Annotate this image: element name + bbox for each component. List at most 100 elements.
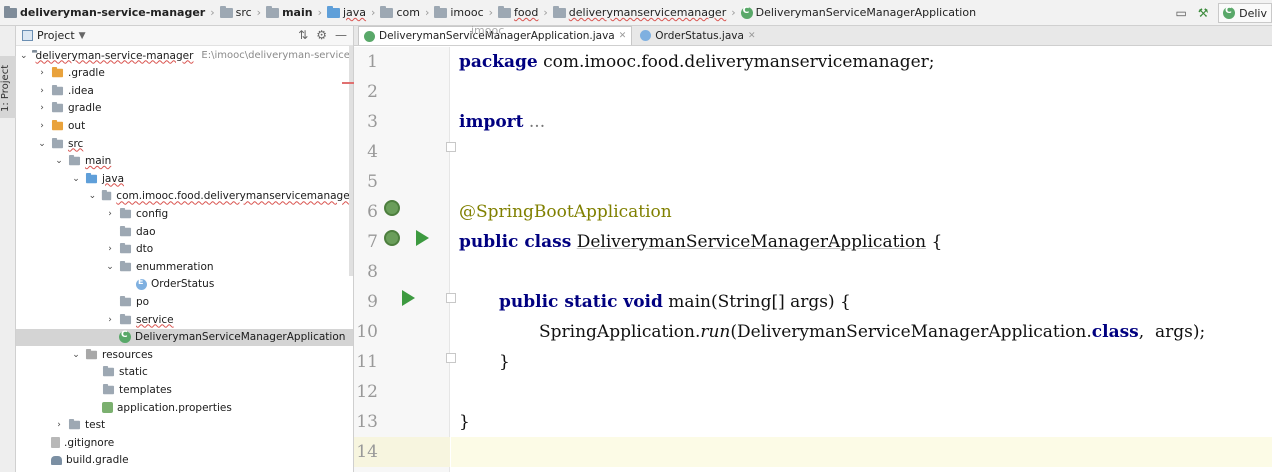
chevron-down-icon[interactable]: ⌄	[71, 350, 81, 360]
breadcrumb-label: com	[396, 6, 420, 19]
folder-icon	[102, 383, 115, 395]
chevron-down-icon[interactable]: ⌄	[71, 174, 81, 184]
chevron-down-icon[interactable]: ⌄	[88, 191, 97, 201]
breadcrumb-label: deliverymanservicemanager	[568, 6, 727, 19]
tree-item[interactable]: po	[16, 293, 353, 310]
breadcrumb-item[interactable]: DeliverymanServiceManagerApplication	[740, 6, 976, 19]
chevron-right-icon[interactable]: ›	[37, 121, 47, 131]
folder-icon	[119, 260, 132, 271]
tree-item[interactable]: ⌄ java	[16, 170, 353, 187]
collapse-all-icon[interactable]: ⇅	[298, 28, 308, 42]
tree-item-label: .idea	[68, 84, 94, 97]
chevron-right-icon[interactable]: ›	[37, 86, 47, 96]
tree-item[interactable]: OrderStatus	[16, 276, 353, 293]
chevron-down-icon[interactable]: ⌄	[54, 156, 64, 166]
tree-item[interactable]: .gitignore	[16, 434, 353, 451]
gear-icon[interactable]: ⚙	[316, 28, 327, 42]
tree-item[interactable]: › out	[16, 117, 353, 134]
breadcrumb-item[interactable]: com	[380, 5, 420, 19]
chevron-down-icon[interactable]: ⌄	[20, 51, 28, 61]
folder-icon	[102, 366, 115, 377]
breadcrumb-item[interactable]: main	[266, 5, 313, 19]
line-number: 13	[356, 412, 378, 432]
project-structure-icon[interactable]: ▭	[1170, 2, 1192, 24]
folder-icon	[119, 313, 132, 324]
breadcrumb-separator-icon: ›	[256, 6, 262, 19]
folder-icon	[219, 5, 233, 18]
folder-icon	[4, 5, 17, 18]
tree-item[interactable]: ⌄ enummeration	[16, 258, 353, 275]
spring-class-icon	[364, 30, 375, 42]
run-main-gutter-icon[interactable]	[402, 290, 415, 306]
chevron-right-icon[interactable]: ›	[37, 68, 47, 78]
tree-item-label: DeliverymanServiceManagerApplication	[135, 331, 346, 344]
tree-item[interactable]: dao	[16, 223, 353, 240]
tool-window-stripe: 1: Project	[0, 26, 16, 472]
breadcrumb-item[interactable]: imooc	[434, 5, 484, 19]
tree-item[interactable]: application.properties	[16, 399, 353, 416]
build-hammer-icon[interactable]: ⚒	[1192, 2, 1214, 24]
folder-icon	[51, 84, 64, 95]
run-gutter-icon[interactable]	[416, 230, 429, 246]
breadcrumb-item[interactable]: src	[219, 5, 252, 19]
tree-item[interactable]: ⌄ deliveryman-service-manager E:\imooc\del…	[16, 47, 354, 64]
project-view-selector[interactable]: Project	[37, 29, 75, 42]
spring-bean-icon[interactable]	[384, 230, 400, 246]
tree-item[interactable]: ⌄ src	[16, 135, 353, 152]
spring-class-icon	[740, 6, 753, 19]
run-configuration-selector[interactable]: Deliv	[1218, 3, 1272, 23]
close-icon[interactable]: ✕	[748, 31, 756, 41]
line-number: 2	[367, 82, 378, 102]
breadcrumb-item[interactable]: java	[326, 5, 367, 19]
chevron-right-icon[interactable]: ›	[105, 315, 115, 325]
chevron-down-icon[interactable]: ▼	[79, 31, 86, 41]
tree-item[interactable]: ⌄ resources	[16, 346, 353, 363]
folded-imports[interactable]: ...	[523, 112, 545, 132]
breadcrumb-item[interactable]: deliveryman-service-manager	[4, 5, 205, 19]
gradle-icon	[51, 455, 62, 465]
line-number: 4	[367, 142, 378, 162]
tree-item[interactable]: ⌄ com.imooc.food.deliverymanservicemanage…	[16, 188, 353, 205]
tree-item[interactable]: › gradle	[16, 100, 353, 117]
tree-item[interactable]: › dto	[16, 241, 353, 258]
breadcrumb-item[interactable]: deliverymanservicemanager	[552, 5, 727, 19]
tree-item-label: service	[136, 313, 174, 326]
keyword: public class	[459, 232, 572, 252]
tree-item[interactable]: ⌄ main	[16, 153, 353, 170]
breadcrumb-label: java	[342, 6, 367, 19]
tree-item[interactable]: › config	[16, 205, 353, 222]
line-number: 11	[356, 352, 378, 372]
chevron-right-icon[interactable]: ›	[37, 103, 47, 113]
tree-item[interactable]: › .idea	[16, 82, 353, 99]
tab-order-status[interactable]: OrderStatus.java ✕	[634, 26, 761, 45]
editor-gutter: 1 2 3 4 5 6 7 8 9 10 11 12 13 14	[354, 47, 456, 472]
hide-panel-icon[interactable]: —	[335, 28, 347, 42]
module-path: E:\imooc\deliveryman-service-m	[201, 50, 354, 61]
source-folder-icon	[85, 172, 98, 183]
bean-navigate-icon[interactable]	[384, 200, 400, 216]
tree-item[interactable]: › service	[16, 311, 353, 328]
close-icon[interactable]: ✕	[619, 31, 627, 41]
folder-icon	[68, 155, 81, 166]
tree-item-label: deliveryman-service-manager	[35, 49, 194, 62]
tree-item[interactable]: static	[16, 364, 353, 381]
folder-icon	[266, 5, 280, 18]
chevron-right-icon[interactable]: ›	[105, 209, 115, 219]
chevron-down-icon[interactable]: ⌄	[37, 139, 47, 149]
breadcrumb-separator-icon: ›	[371, 6, 376, 19]
tab-tooltip: imooc	[471, 24, 505, 37]
chevron-right-icon[interactable]: ›	[105, 244, 115, 254]
tree-item-label: enummeration	[136, 260, 214, 273]
tree-item[interactable]: DeliverymanServiceManagerApplication	[16, 328, 353, 346]
folder-icon	[552, 5, 566, 18]
properties-file-icon	[102, 402, 113, 413]
code-area[interactable]: package com.imooc.food.deliverymanservic…	[451, 47, 1272, 472]
chevron-down-icon[interactable]: ⌄	[105, 262, 115, 272]
tree-item[interactable]: build.gradle	[16, 452, 353, 469]
tree-item[interactable]: templates	[16, 381, 353, 398]
project-scrollbar[interactable]	[349, 46, 353, 276]
tree-item[interactable]: › .gradle	[16, 65, 353, 82]
breadcrumb-item[interactable]: food	[498, 5, 538, 19]
tree-item[interactable]: › test	[16, 417, 353, 434]
chevron-right-icon[interactable]: ›	[54, 420, 64, 430]
